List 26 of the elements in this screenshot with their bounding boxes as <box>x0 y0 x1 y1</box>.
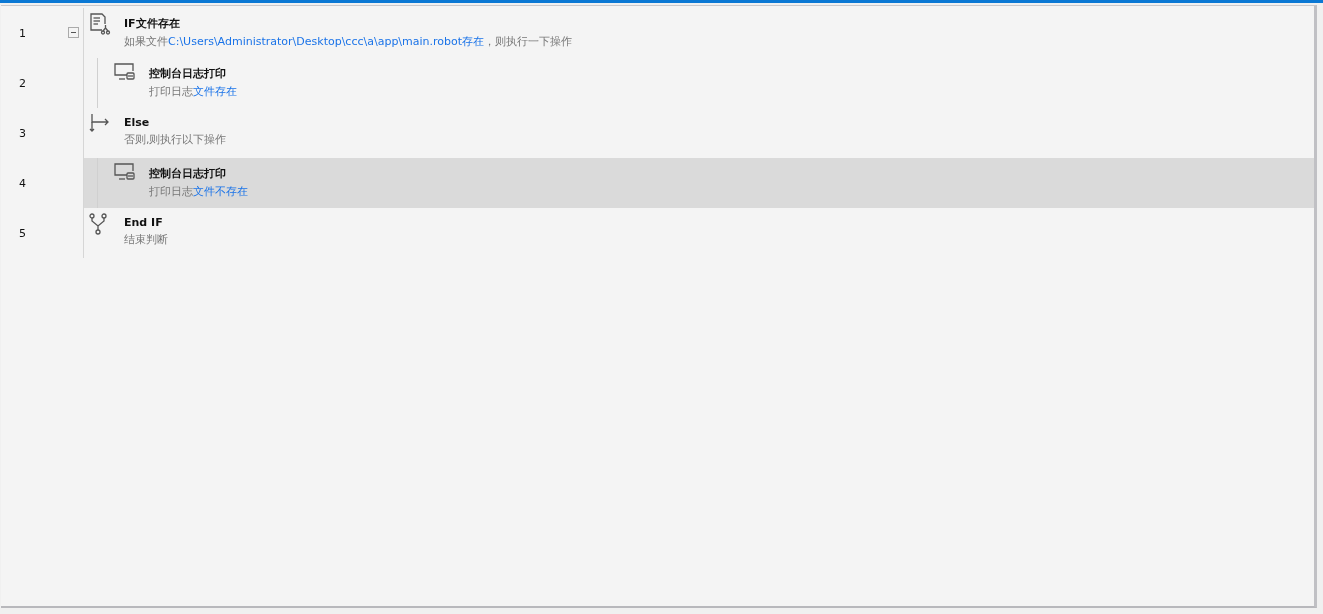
step-row[interactable]: 控制台日志打印 打印日志文件存在 <box>84 58 1314 108</box>
step-row[interactable]: Else 否则,则执行以下操作 <box>84 108 1314 158</box>
step-title: Else <box>124 116 151 129</box>
line-number: 2 <box>19 76 26 90</box>
step-title: IF文件存在 <box>124 16 181 31</box>
merge-icon <box>89 213 107 235</box>
step-title: 控制台日志打印 <box>149 66 227 81</box>
line-number: 3 <box>19 126 26 140</box>
step-row[interactable]: IF文件存在 如果文件C:\Users\Administrator\Desktop\ccc\a\app\main.robot存在，则执行一下操作 <box>84 8 1314 58</box>
step-row[interactable]: 控制台日志打印 打印日志文件不存在 <box>84 158 1314 208</box>
monitor-icon <box>114 63 136 81</box>
line-number: 4 <box>19 176 26 190</box>
step-description: 结束判断 <box>124 232 168 247</box>
step-description: 如果文件C:\Users\Administrator\Desktop\ccc\a\app\main.robot存在，则执行一下操作 <box>124 34 573 49</box>
step-title: 控制台日志打印 <box>149 166 227 181</box>
branch-arrows-icon <box>89 113 111 133</box>
document-icon <box>89 13 111 35</box>
collapse-icon[interactable] <box>68 27 79 38</box>
step-description: 否则,则执行以下操作 <box>124 132 227 147</box>
line-number: 5 <box>19 226 26 240</box>
step-row[interactable]: End IF 结束判断 <box>84 208 1314 258</box>
line-number: 1 <box>19 26 26 40</box>
monitor-icon <box>114 163 136 181</box>
step-description: 打印日志文件不存在 <box>149 184 248 199</box>
step-description: 打印日志文件存在 <box>149 84 237 99</box>
step-title: End IF <box>124 216 164 229</box>
